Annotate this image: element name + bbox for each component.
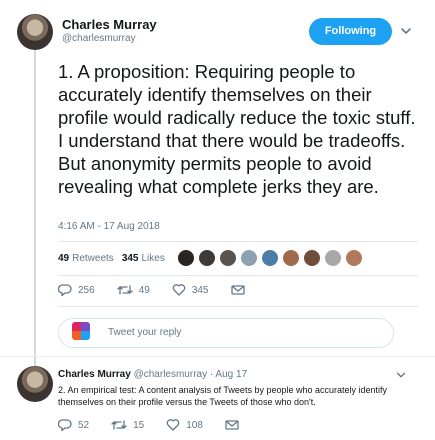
tweet-header: Charles Murray @charlesmurray Following xyxy=(17,14,417,50)
message-action[interactable] xyxy=(230,284,251,296)
tweet-stats: 49 Retweets 345 Likes xyxy=(58,245,418,271)
chevron-down-icon[interactable] xyxy=(395,369,407,381)
like-action[interactable]: 345 xyxy=(172,284,209,296)
reply-action[interactable]: 52 xyxy=(58,419,89,431)
retweets-stat[interactable]: 49 Retweets xyxy=(58,253,114,264)
retweet-icon xyxy=(111,420,127,430)
heart-icon xyxy=(172,284,186,296)
following-button[interactable]: Following xyxy=(309,18,392,45)
reply-tweet-text: 2. An empirical test: A content analysis… xyxy=(58,385,388,407)
reply-count: 52 xyxy=(78,419,90,431)
retweet-count: 15 xyxy=(133,419,145,431)
reply-header: Charles Murray @charlesmurray · Aug 17 xyxy=(58,369,247,380)
liker-avatar[interactable] xyxy=(176,249,195,267)
divider xyxy=(58,241,418,242)
divider xyxy=(58,306,418,307)
author-handle[interactable]: @charlesmurray xyxy=(62,33,136,44)
reply-meta[interactable]: @charlesmurray · Aug 17 xyxy=(134,369,248,380)
reply-count: 256 xyxy=(78,284,95,296)
liker-avatar[interactable] xyxy=(218,249,237,267)
liker-avatar[interactable] xyxy=(281,249,300,267)
reply-tweet-actions: 52 15 108 xyxy=(58,419,267,431)
like-count: 345 xyxy=(191,284,209,296)
reply-icon xyxy=(58,284,72,296)
retweet-count: 49 xyxy=(138,284,150,296)
liker-avatar[interactable] xyxy=(197,249,216,267)
liker-avatar[interactable] xyxy=(323,249,342,267)
thread-line xyxy=(34,50,36,368)
divider xyxy=(58,275,418,276)
reply-action[interactable]: 256 xyxy=(58,284,95,296)
retweet-action[interactable]: 49 xyxy=(117,284,150,296)
likes-stat[interactable]: 345 Likes xyxy=(122,253,165,264)
message-action[interactable] xyxy=(225,419,245,431)
tweet-timestamp[interactable]: 4:16 AM - 17 Aug 2018 xyxy=(58,221,160,232)
reply-placeholder[interactable]: Tweet your reply xyxy=(108,327,181,338)
liker-avatar[interactable] xyxy=(239,249,258,267)
retweet-icon xyxy=(117,285,133,295)
reply-icon xyxy=(58,419,72,431)
chevron-down-icon[interactable] xyxy=(399,24,413,38)
like-count: 108 xyxy=(186,419,203,431)
liker-avatar[interactable] xyxy=(302,249,321,267)
separator xyxy=(0,356,435,357)
liker-avatar[interactable] xyxy=(344,249,363,267)
reply-author-name[interactable]: Charles Murray xyxy=(58,369,131,380)
liker-avatar[interactable] xyxy=(260,249,279,267)
retweet-action[interactable]: 15 xyxy=(111,419,144,431)
reply-author-avatar[interactable] xyxy=(17,366,53,402)
author-avatar[interactable] xyxy=(17,14,53,50)
heart-icon xyxy=(166,419,180,431)
tweet-text: 1. A proposition: Requiring people to ac… xyxy=(58,61,416,197)
author-name[interactable]: Charles Murray xyxy=(62,17,157,32)
envelope-icon xyxy=(225,420,239,430)
envelope-icon xyxy=(230,285,245,295)
like-action[interactable]: 108 xyxy=(166,419,203,431)
likers-avatars xyxy=(176,249,366,267)
user-avatar xyxy=(72,322,90,340)
tweet-actions: 256 49 345 xyxy=(58,284,273,296)
